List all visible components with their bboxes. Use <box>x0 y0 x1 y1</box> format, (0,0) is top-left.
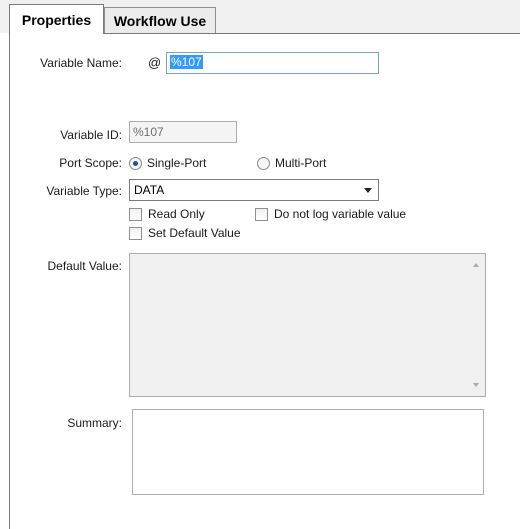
read-only-label[interactable]: Read Only <box>148 207 205 221</box>
default-value-label: Default Value: <box>47 259 123 273</box>
tab-workflow-use[interactable]: Workflow Use <box>104 7 216 33</box>
do-not-log-label[interactable]: Do not log variable value <box>274 207 406 221</box>
single-port-label[interactable]: Single-Port <box>147 156 206 170</box>
properties-panel: Variable Name: @ %107 Variable ID: %107 … <box>9 33 520 529</box>
variable-name-input[interactable]: %107 <box>166 52 379 74</box>
default-value-textarea[interactable] <box>129 253 486 397</box>
read-only-checkbox[interactable] <box>129 208 142 221</box>
multi-port-radio[interactable] <box>257 157 270 170</box>
summary-label: Summary: <box>67 416 122 430</box>
variable-name-value: %107 <box>170 55 203 69</box>
single-port-radio[interactable] <box>129 157 142 170</box>
summary-textarea[interactable] <box>132 409 484 495</box>
variable-type-value: DATA <box>134 183 165 197</box>
variable-name-label: Variable Name: <box>40 56 122 70</box>
variable-type-select[interactable]: DATA <box>129 179 379 201</box>
variable-id-label: Variable ID: <box>60 128 122 142</box>
variable-id-value: %107 <box>133 125 164 139</box>
variable-id-field: %107 <box>129 121 237 143</box>
variable-name-prefix: @ <box>148 55 162 70</box>
default-value-scrollbar[interactable] <box>468 254 485 396</box>
scroll-up-icon[interactable] <box>473 263 479 267</box>
tab-bar: Properties Workflow Use <box>0 0 520 34</box>
do-not-log-checkbox[interactable] <box>255 208 268 221</box>
chevron-down-icon <box>364 188 372 193</box>
tab-properties[interactable]: Properties <box>9 4 104 34</box>
variable-type-label: Variable Type: <box>46 184 122 198</box>
port-scope-label: Port Scope: <box>59 156 122 170</box>
set-default-checkbox[interactable] <box>129 227 142 240</box>
set-default-label[interactable]: Set Default Value <box>148 226 241 240</box>
multi-port-label[interactable]: Multi-Port <box>275 156 326 170</box>
scroll-down-icon[interactable] <box>473 383 479 387</box>
